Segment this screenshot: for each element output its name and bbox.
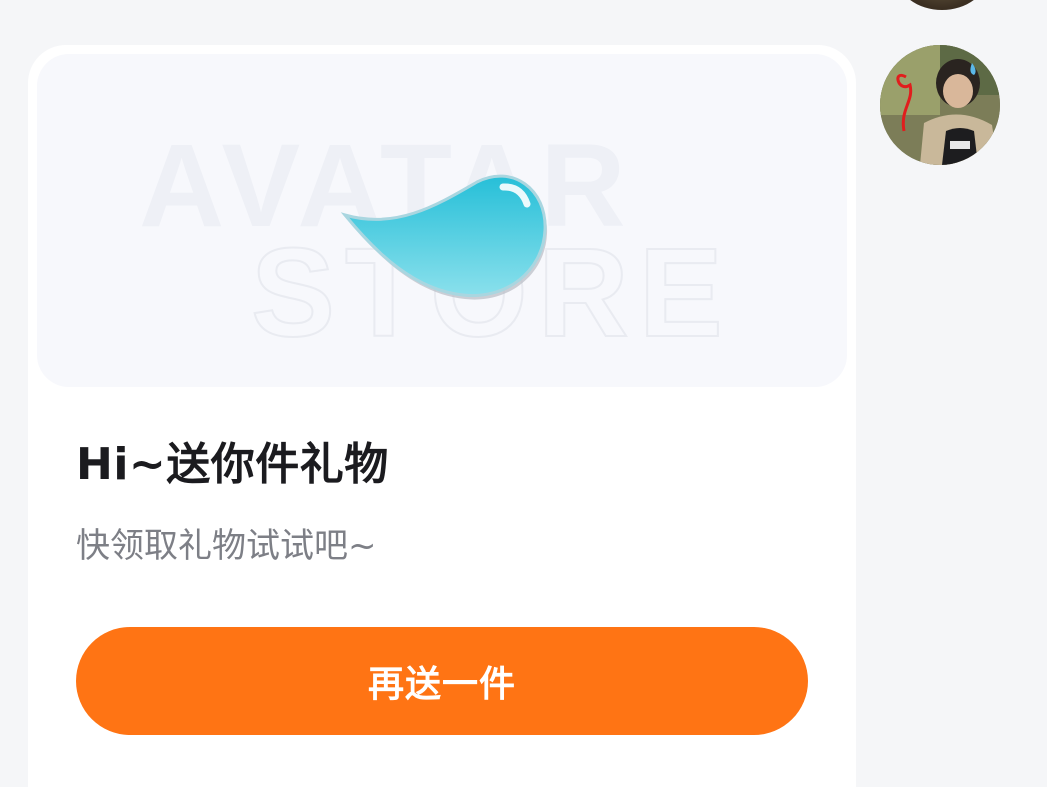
avatar-photo xyxy=(880,45,1000,165)
chat-view: AVATAR STORE Hi~送你件礼物 快领取礼物试试吧~ 再送一件 xyxy=(0,0,1047,787)
resend-gift-button[interactable]: 再送一件 xyxy=(76,627,808,735)
gift-banner: AVATAR STORE xyxy=(37,54,847,387)
gift-card: AVATAR STORE Hi~送你件礼物 快领取礼物试试吧~ 再送一件 xyxy=(28,45,856,787)
gift-title: Hi~送你件礼物 xyxy=(76,439,389,490)
previous-message-avatar[interactable] xyxy=(897,0,987,10)
gift-banner-graphic: AVATAR STORE xyxy=(139,120,724,364)
sender-avatar[interactable] xyxy=(880,45,1000,165)
gift-subtitle: 快领取礼物试试吧~ xyxy=(76,526,377,566)
